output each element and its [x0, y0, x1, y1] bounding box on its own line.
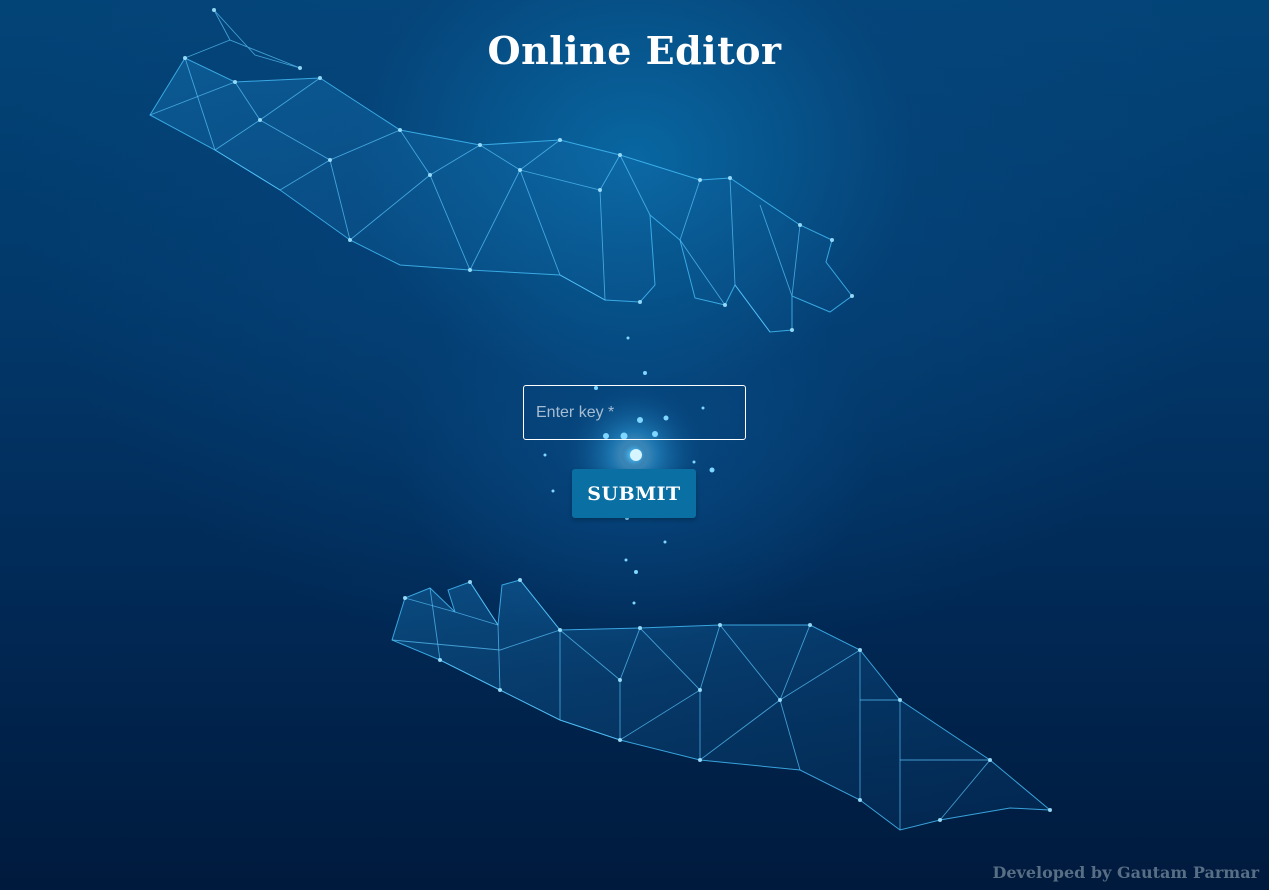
submit-button[interactable]: SUBMIT [572, 469, 696, 518]
polygonal-hands-illustration [149, 8, 1052, 831]
page-title: Online Editor [487, 28, 782, 73]
lower-hand [391, 579, 1052, 831]
upper-hand [149, 57, 853, 333]
footer-credit: Developed by Gautam Parmar [992, 863, 1259, 882]
key-input[interactable] [523, 385, 746, 440]
